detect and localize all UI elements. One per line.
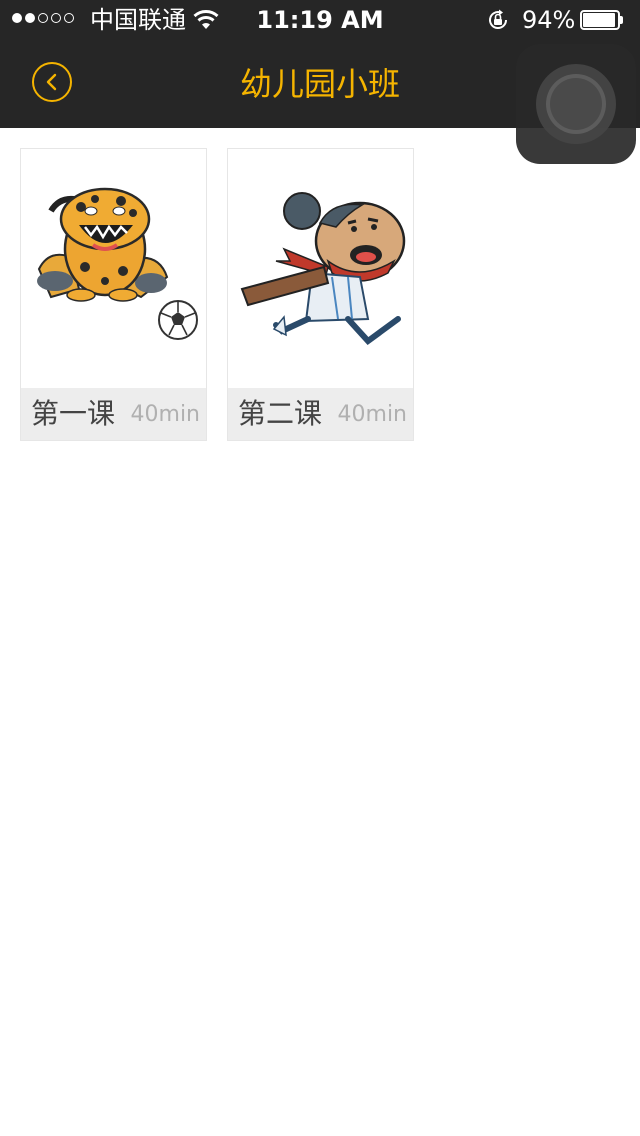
lesson-card-footer: 第一课 40min: [21, 388, 206, 440]
lesson-grid: 第一课 40min 第二课 40min: [0, 128, 640, 1136]
rotation-lock-icon: [486, 8, 510, 36]
lesson-card[interactable]: 第一课 40min: [20, 148, 207, 441]
running-boy-icon: [228, 149, 413, 388]
navigation-bar: 幼儿园小班: [0, 40, 640, 164]
status-bar: 中国联通 11:19 AM 94%: [0, 0, 640, 40]
leopard-mascot-icon: [21, 149, 206, 388]
screen: 中国联通 11:19 AM 94% 幼儿园小班 第一课 40min 第二课 40…: [0, 0, 640, 1136]
battery-icon: [580, 10, 623, 30]
lesson-title: 第一课: [31, 397, 116, 430]
lesson-duration: 40min: [337, 402, 407, 427]
lesson-duration: 40min: [130, 402, 200, 427]
lesson-card-footer: 第二课 40min: [228, 388, 413, 440]
battery-percentage: 94%: [522, 6, 576, 34]
lesson-card[interactable]: 第二课 40min: [227, 148, 414, 441]
battery-level-fill: [583, 13, 615, 27]
lesson-title: 第二课: [238, 397, 323, 430]
